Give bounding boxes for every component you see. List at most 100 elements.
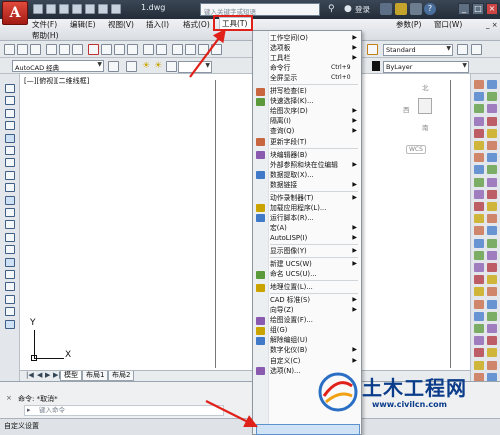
modify-tool-icon[interactable] (474, 165, 484, 175)
hatch-icon[interactable] (5, 257, 15, 267)
menu-window[interactable]: 窗口(W) (434, 19, 462, 30)
menu-insert[interactable]: 插入(I) (146, 19, 169, 30)
copy-icon[interactable] (101, 44, 112, 55)
zoom-realtime-icon[interactable] (185, 44, 196, 55)
layer-lock-icon[interactable] (166, 61, 177, 72)
tab-model[interactable]: 模型 (60, 371, 82, 381)
viewcube-west[interactable]: 西 (403, 104, 410, 114)
add-selected-icon[interactable] (5, 319, 15, 329)
help-icon[interactable]: ? (424, 3, 436, 15)
dim-style-icon[interactable] (457, 44, 468, 55)
modify-tool-icon[interactable] (474, 336, 484, 346)
pan-icon[interactable] (172, 44, 183, 55)
doc-minimize-icon[interactable]: _ × (486, 21, 498, 29)
menu-file[interactable]: 文件(F) (32, 19, 57, 30)
modify-tool-icon[interactable] (474, 311, 484, 321)
text-style-icon[interactable] (367, 44, 378, 55)
viewcube-north[interactable]: 北 (422, 82, 429, 92)
modify-tool-alt-icon[interactable] (487, 336, 497, 346)
ellipse-icon[interactable] (5, 195, 15, 205)
text-style-select[interactable]: Standard ▼ (383, 44, 453, 56)
rectangle-icon[interactable] (5, 133, 15, 143)
modify-tool-icon[interactable] (474, 287, 484, 297)
search-icon[interactable]: ⚲ (328, 4, 335, 14)
cut-icon[interactable] (88, 44, 99, 55)
modify-tool-icon[interactable] (474, 177, 484, 187)
tab-nav-next-icon[interactable]: ▶ (45, 371, 50, 379)
modify-tool-alt-icon[interactable] (487, 360, 497, 370)
modify-tool-alt-icon[interactable] (487, 275, 497, 285)
viewcube-south[interactable]: 南 (422, 122, 429, 132)
qnew-icon[interactable] (4, 44, 15, 55)
tab-layout2[interactable]: 布局2 (108, 371, 135, 381)
modify-tool-alt-icon[interactable] (487, 263, 497, 272)
table-icon[interactable] (5, 294, 15, 304)
modify-tool-alt-icon[interactable] (487, 189, 497, 199)
modify-tool-alt-icon[interactable] (487, 311, 497, 321)
publish-icon[interactable] (72, 44, 83, 55)
modify-tool-alt-icon[interactable] (487, 80, 497, 89)
workspace-settings-icon[interactable] (108, 61, 119, 72)
table-style-icon[interactable] (471, 44, 482, 55)
tools-menu-item[interactable]: 显示图像(Y) ▶ (253, 246, 361, 257)
print-icon[interactable] (85, 4, 95, 14)
restore-icon[interactable]: □ (472, 3, 484, 15)
redo-icon[interactable] (111, 4, 121, 14)
gradient-icon[interactable] (5, 270, 15, 279)
modify-tool-alt-icon[interactable] (487, 92, 497, 102)
polyline-icon[interactable] (5, 108, 15, 118)
close-icon[interactable]: × (486, 3, 498, 15)
modify-tool-alt-icon[interactable] (487, 177, 497, 187)
modify-tool-icon[interactable] (474, 128, 484, 138)
menu-parametric[interactable]: 参数(P) (396, 19, 421, 30)
modify-tool-alt-icon[interactable] (487, 153, 497, 163)
wcs-menu[interactable]: WCS (406, 145, 426, 154)
paste-icon[interactable] (114, 44, 125, 55)
viewcube[interactable]: 北 西 南 WCS (402, 82, 448, 156)
new-file-icon[interactable] (33, 4, 43, 14)
modify-tool-alt-icon[interactable] (487, 141, 497, 150)
modify-tool-icon[interactable] (474, 214, 484, 224)
user-icon[interactable]: ● (344, 4, 352, 14)
arc-icon[interactable] (5, 146, 15, 155)
tab-layout1[interactable]: 布局1 (82, 371, 109, 381)
modify-tool-icon[interactable] (474, 299, 484, 309)
workspace-select[interactable]: AutoCAD 经典 ▼ (12, 60, 104, 72)
revision-cloud-icon[interactable] (5, 170, 15, 180)
modify-tool-alt-icon[interactable] (487, 165, 497, 175)
layer-freeze-icon[interactable]: ☀ (154, 61, 162, 71)
menu-help[interactable]: 帮助(H) (32, 30, 59, 41)
command-input[interactable]: 键入命令 (24, 405, 224, 416)
login-link[interactable]: 登录 (355, 4, 370, 15)
exchange-icon[interactable] (380, 3, 392, 15)
favorites-icon[interactable] (395, 3, 407, 15)
viewcube-face[interactable] (418, 98, 432, 114)
layer-on-icon[interactable]: ☀ (142, 61, 150, 71)
modify-tool-icon[interactable] (474, 263, 484, 272)
menu-view[interactable]: 视图(V) (108, 19, 134, 30)
zoom-window-icon[interactable] (198, 44, 209, 55)
open-file-icon[interactable] (46, 4, 56, 14)
modify-tool-icon[interactable] (474, 275, 484, 285)
modify-tool-alt-icon[interactable] (487, 287, 497, 297)
undo-toolbar-icon[interactable] (143, 44, 154, 55)
match-properties-icon[interactable] (127, 44, 138, 55)
dropdown-icon[interactable] (410, 3, 422, 15)
modify-tool-alt-icon[interactable] (487, 238, 497, 248)
viewport-controls[interactable]: [—][俯视][二维线框] (24, 76, 89, 86)
insert-block-icon[interactable] (5, 220, 15, 230)
circle-icon[interactable] (5, 158, 15, 168)
modify-tool-icon[interactable] (474, 116, 484, 126)
open-icon[interactable] (17, 44, 28, 55)
modify-tool-icon[interactable] (474, 348, 484, 358)
save-toolbar-icon[interactable] (30, 44, 41, 55)
modify-tool-icon[interactable] (474, 250, 484, 260)
modify-tool-alt-icon[interactable] (487, 226, 497, 236)
modify-tool-alt-icon[interactable] (487, 104, 497, 114)
line-icon[interactable] (5, 84, 15, 93)
modify-tool-icon[interactable] (474, 80, 484, 89)
menu-format[interactable]: 格式(O) (183, 19, 210, 30)
modify-tool-icon[interactable] (474, 141, 484, 150)
save-as-icon[interactable] (72, 4, 82, 14)
modify-tool-alt-icon[interactable] (487, 128, 497, 138)
